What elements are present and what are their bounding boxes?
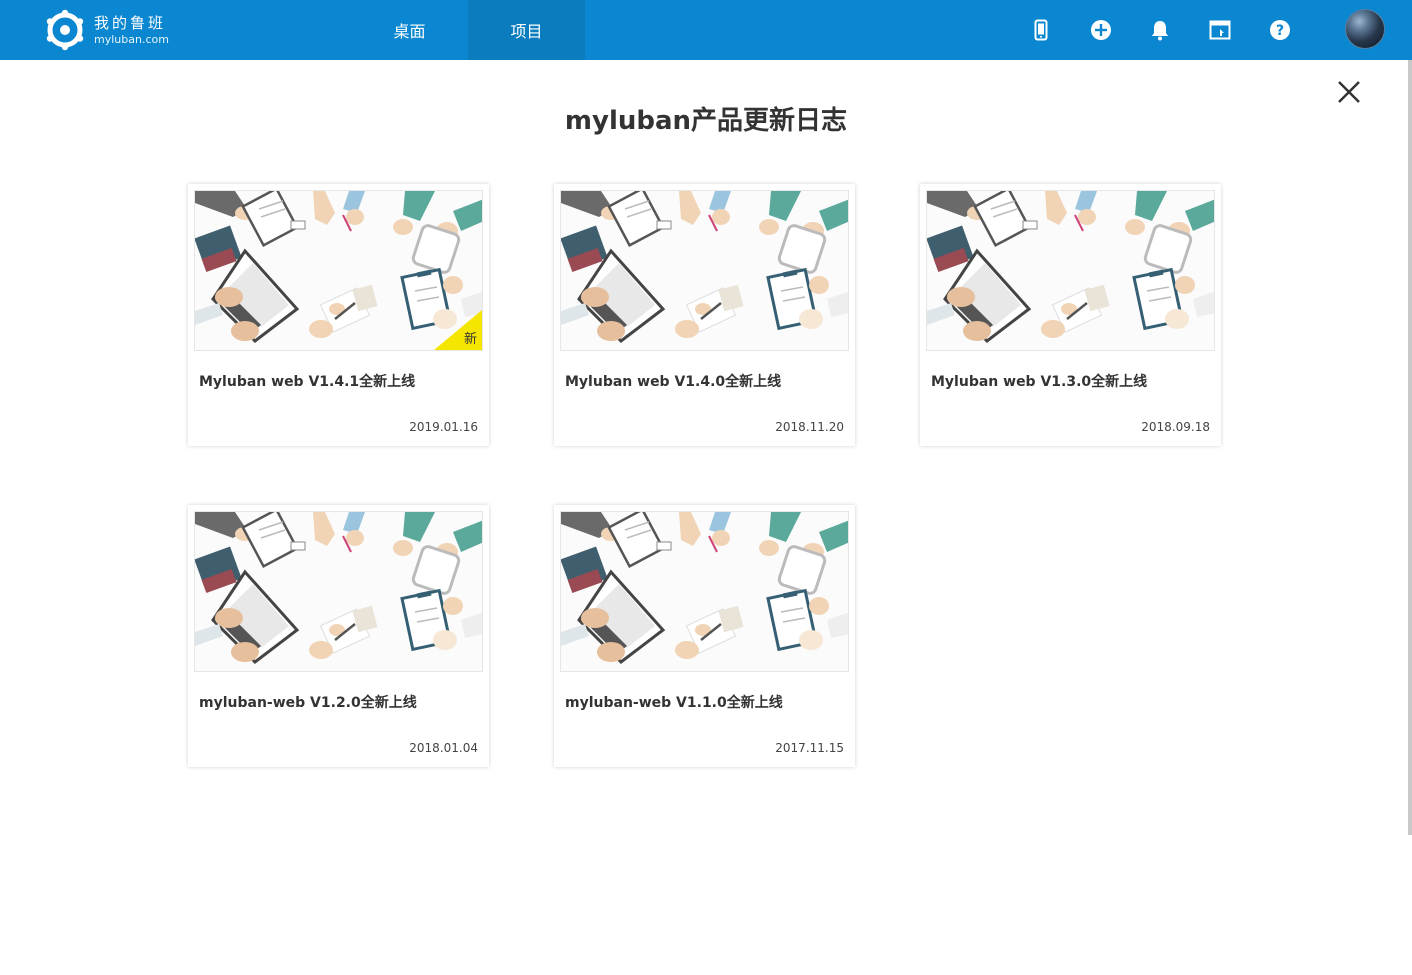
card-thumbnail: 新 (194, 190, 483, 351)
tab-project[interactable]: 项目 (468, 0, 585, 60)
card-date: 2018.01.04 (409, 741, 478, 755)
update-log-card[interactable]: myluban-web V1.2.0全新上线 2018.01.04 (188, 505, 489, 767)
tab-desktop[interactable]: 桌面 (351, 0, 468, 60)
page-title: myluban产品更新日志 (564, 106, 848, 136)
office-desk-illustration (561, 512, 848, 671)
card-thumbnail (560, 190, 849, 351)
update-log-card[interactable]: Myluban web V1.4.0全新上线 2018.11.20 (554, 184, 855, 446)
logo[interactable]: 我的鲁班 myluban.com (44, 9, 174, 51)
card-thumbnail (560, 511, 849, 672)
scrollbar[interactable] (1408, 60, 1412, 835)
office-desk-illustration (927, 191, 1214, 350)
card-title: Myluban web V1.3.0全新上线 (931, 374, 1148, 390)
browser-window-icon[interactable] (1208, 18, 1232, 42)
new-badge: 新 (434, 310, 482, 350)
user-avatar[interactable] (1345, 9, 1385, 49)
card-date: 2019.01.16 (409, 420, 478, 434)
tab-project-label: 项目 (510, 22, 543, 41)
office-desk-illustration (561, 191, 848, 350)
card-date: 2018.09.18 (1141, 420, 1210, 434)
logo-title: 我的鲁班 (94, 13, 167, 32)
update-log-card[interactable]: 新 Myluban web V1.4.1全新上线 2019.01.16 (188, 184, 489, 446)
help-icon[interactable]: ? (1268, 18, 1292, 42)
update-log-card[interactable]: Myluban web V1.3.0全新上线 2018.09.18 (920, 184, 1221, 446)
card-title: myluban-web V1.2.0全新上线 (199, 695, 417, 711)
mobile-icon[interactable] (1029, 18, 1053, 42)
office-desk-illustration (195, 512, 482, 671)
add-circle-icon[interactable] (1089, 18, 1113, 42)
svg-text:?: ? (1276, 23, 1284, 39)
logo-icon (46, 9, 84, 51)
card-title: Myluban web V1.4.0全新上线 (565, 374, 782, 390)
logo-subtitle: myluban.com (94, 32, 169, 46)
update-log-card[interactable]: myluban-web V1.1.0全新上线 2017.11.15 (554, 505, 855, 767)
card-thumbnail (194, 511, 483, 672)
card-date: 2017.11.15 (775, 741, 844, 755)
bell-icon[interactable] (1148, 18, 1172, 42)
card-title: myluban-web V1.1.0全新上线 (565, 695, 783, 711)
card-title: Myluban web V1.4.1全新上线 (199, 374, 416, 390)
card-thumbnail (926, 190, 1215, 351)
tab-desktop-label: 桌面 (393, 22, 426, 41)
card-date: 2018.11.20 (775, 420, 844, 434)
new-badge-label: 新 (463, 332, 477, 347)
top-navigation-bar: 我的鲁班 myluban.com 桌面 项目 ? (0, 0, 1412, 60)
